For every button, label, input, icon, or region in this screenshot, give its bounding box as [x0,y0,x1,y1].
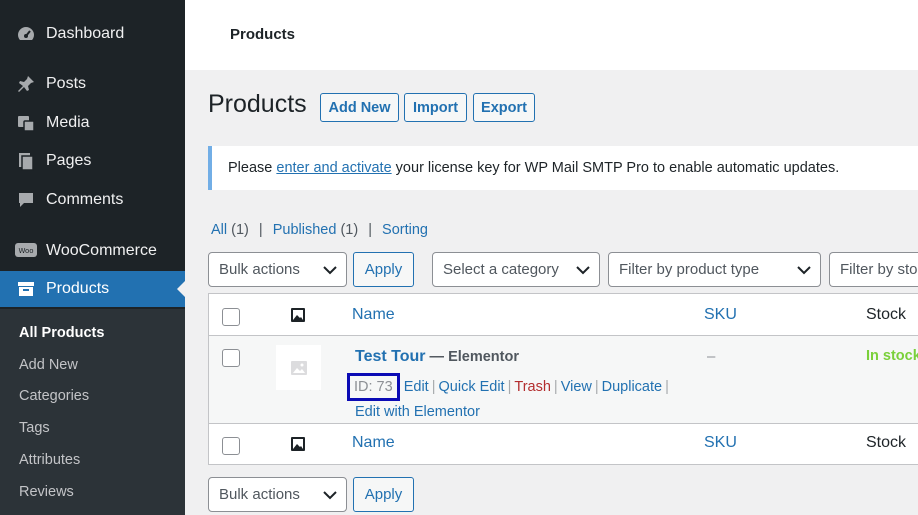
row-actions: ID: 73 Edit | Quick Edit | Trash | View | Duplic… [347,373,685,423]
submenu-attributes[interactable]: Attributes [19,452,80,468]
select-value: Filter by product type [619,261,760,278]
menu-label: Products [46,280,110,297]
placeholder-image-icon [290,360,307,375]
media-icon [15,112,37,134]
apply-button-bottom[interactable]: Apply [353,477,414,512]
separator: | [507,379,512,395]
separator: | [665,379,669,395]
submenu-categories[interactable]: Categories [19,388,89,404]
menu-label: Comments [46,191,124,208]
filter-all-count: (1) [231,222,249,238]
products-table: Name SKU Stock Test Tour — Elementor ID:… [208,293,918,465]
select-all-checkbox[interactable] [222,308,240,326]
chevron-down-icon [323,491,337,500]
separator: | [431,379,436,395]
separator: | [368,222,372,238]
sku-column-footer[interactable]: SKU [704,434,737,452]
archive-icon [15,278,37,300]
edit-with-elementor-link[interactable]: Edit with Elementor [355,404,480,420]
filter-sorting-link[interactable]: Sorting [382,222,428,238]
apply-button-top[interactable]: Apply [353,252,414,287]
table-header: Name SKU Stock [209,294,918,336]
chevron-down-icon [576,266,590,275]
stock-column-footer: Stock [866,434,907,451]
products-submenu: All Products Add New Categories Tags Att… [0,309,185,515]
product-state: — Elementor [425,349,519,365]
page-title: Products [208,90,307,118]
chevron-down-icon [797,266,811,275]
menu-label: WooCommerce [46,242,157,259]
select-value: Filter by stock status [840,261,918,278]
stock-status: In stock [866,348,918,364]
menu-item-products[interactable]: Products [0,271,185,307]
edit-link[interactable]: Edit [404,379,429,395]
menu-item-pages[interactable]: Pages [0,143,185,179]
menu-item-media[interactable]: Media [0,105,185,141]
menu-label: Media [46,114,90,131]
table-footer: Name SKU Stock [209,424,918,465]
submenu-reviews[interactable]: Reviews [19,484,74,500]
separator: | [594,379,599,395]
menu-label: Pages [46,152,92,169]
name-column-footer[interactable]: Name [352,434,395,452]
menu-item-dashboard[interactable]: Dashboard [0,16,185,52]
notice-text: Please enter and activate your license k… [228,160,840,176]
header-title: Products [230,26,296,43]
pages-icon [15,150,37,172]
product-name-link[interactable]: Test Tour [355,348,426,365]
select-value: Bulk actions [219,261,300,278]
quick-edit-link[interactable]: Quick Edit [439,379,505,395]
menu-label: Dashboard [46,25,125,42]
duplicate-link[interactable]: Duplicate [602,379,662,395]
submenu-tags[interactable]: Tags [19,420,50,436]
svg-text:Woo: Woo [18,247,33,255]
product-thumbnail[interactable] [276,345,321,390]
row-checkbox[interactable] [222,349,240,367]
filter-published-count: (1) [340,222,359,238]
product-id: ID: 73 [347,373,400,401]
stock-column-header: Stock [866,306,907,323]
add-new-button[interactable]: Add New [320,93,399,122]
filter-all-link[interactable]: All [211,222,227,238]
select-value: Bulk actions [219,486,300,503]
bulk-actions-select-bottom[interactable]: Bulk actions [208,477,347,512]
woo-icon: Woo [15,240,37,262]
product-sku: – [707,348,716,365]
menu-label: Posts [46,75,87,92]
sku-column-header[interactable]: SKU [704,306,737,324]
pin-icon [15,73,37,95]
separator: | [258,222,263,238]
separator: | [553,379,558,395]
admin-sidebar: Dashboard Posts Media Pages Comments Woo… [0,0,185,515]
export-button[interactable]: Export [473,93,535,122]
activate-license-link[interactable]: enter and activate [276,160,391,176]
name-column-header[interactable]: Name [352,306,395,324]
select-value: Select a category [443,261,559,278]
menu-item-woocommerce[interactable]: Woo WooCommerce [0,233,185,269]
view-link[interactable]: View [561,379,592,395]
woocommerce-header: Products [185,0,918,70]
status-filters: All (1) | Published (1) | Sorting [211,222,428,238]
stock-status-select[interactable]: Filter by stock status [829,252,918,287]
submenu-add-new[interactable]: Add New [19,357,78,373]
menu-item-posts[interactable]: Posts [0,66,185,102]
filter-published-link[interactable]: Published [273,222,337,238]
product-title: Test Tour — Elementor [355,348,519,366]
bulk-actions-select-top[interactable]: Bulk actions [208,252,347,287]
dashboard-icon [15,23,37,45]
comment-icon [15,189,37,211]
image-icon [291,437,305,451]
submenu-all-products[interactable]: All Products [19,325,104,341]
image-icon [291,308,305,322]
menu-item-comments[interactable]: Comments [0,182,185,218]
table-row: Test Tour — Elementor ID: 73 Edit | Quick … [209,336,918,424]
select-all-checkbox-footer[interactable] [222,437,240,455]
product-type-select[interactable]: Filter by product type [608,252,821,287]
category-select[interactable]: Select a category [432,252,600,287]
import-button[interactable]: Import [404,93,467,122]
license-notice: Please enter and activate your license k… [208,146,918,190]
trash-link[interactable]: Trash [514,379,551,395]
chevron-down-icon [323,266,337,275]
